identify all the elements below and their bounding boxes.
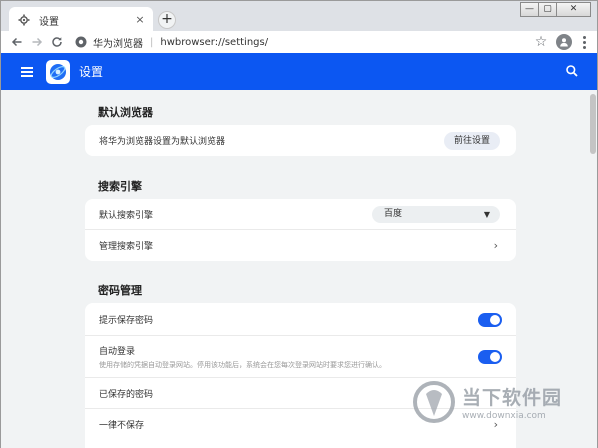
site-name: 华为浏览器: [93, 38, 143, 50]
reload-icon: [52, 37, 62, 47]
search-engine-selected: 百度: [384, 209, 403, 219]
toolbar-actions: ☆: [532, 33, 589, 51]
saved-passwords-row[interactable]: 已保存的密码: [85, 378, 516, 409]
offer-save-passwords-row: 提示保存密码: [85, 303, 516, 336]
site-info-icon[interactable]: [75, 36, 87, 48]
new-tab-button[interactable]: +: [158, 11, 176, 29]
close-window-button[interactable]: ✕: [556, 2, 591, 17]
settings-header: 设置: [0, 53, 598, 90]
manage-search-engines-row[interactable]: 管理搜索引擎 ›: [85, 230, 516, 261]
minimize-button[interactable]: —: [520, 2, 539, 17]
default-browser-row: 将华为浏览器设置为默认浏览器 前往设置: [85, 125, 516, 156]
url-text[interactable]: hwbrowser://settings/: [160, 37, 268, 48]
arrow-left-icon: [11, 37, 22, 47]
arrow-right-icon: [32, 37, 43, 47]
tab-strip: 设置 × + — ▢ ✕: [0, 0, 598, 33]
search-engine-card: 默认搜索引擎 百度 ▼ 管理搜索引擎 ›: [85, 199, 516, 261]
reload-button[interactable]: [47, 32, 67, 52]
tab-title: 设置: [39, 16, 59, 28]
go-to-settings-button[interactable]: 前往设置: [443, 132, 500, 150]
back-button[interactable]: [7, 32, 27, 52]
chevron-right-icon: ›: [493, 418, 498, 431]
settings-content: 默认浏览器 将华为浏览器设置为默认浏览器 前往设置 搜索引擎 默认搜索引擎 百度…: [0, 90, 598, 448]
search-engine-select[interactable]: 百度 ▼: [372, 206, 500, 223]
more-menu-icon[interactable]: [579, 33, 589, 51]
address-bar[interactable]: 华为浏览器 | hwbrowser://settings/: [75, 33, 553, 51]
dropdown-caret-icon: ▼: [483, 210, 490, 219]
maximize-button[interactable]: ▢: [538, 2, 557, 17]
scrollbar[interactable]: [590, 94, 596, 154]
never-saved-row[interactable]: 一律不保存 ›: [85, 409, 516, 440]
auto-signin-description: 使用存储的凭据自动登录网站。停用该功能后，系统会在您每次登录网站时要求您进行确认…: [99, 360, 386, 369]
saved-passwords-label: 已保存的密码: [99, 389, 154, 400]
offer-save-passwords-toggle[interactable]: [478, 313, 502, 327]
auto-signin-label: 自动登录: [99, 346, 136, 357]
manage-search-engines-label: 管理搜索引擎: [99, 242, 154, 252]
section-title-passwords: 密码管理: [98, 284, 142, 297]
page-title: 设置: [79, 65, 104, 79]
section-title-default-browser: 默认浏览器: [98, 106, 153, 119]
section-title-search-engine: 搜索引擎: [98, 180, 142, 193]
window-controls: — ▢ ✕: [520, 2, 591, 17]
default-browser-label: 将华为浏览器设置为默认浏览器: [99, 137, 226, 147]
search-icon[interactable]: [565, 64, 579, 78]
forward-button[interactable]: [27, 32, 47, 52]
never-saved-label: 一律不保存: [99, 421, 145, 431]
toolbar: 华为浏览器 | hwbrowser://settings/ ☆: [0, 31, 598, 53]
tab-settings[interactable]: 设置 ×: [9, 7, 153, 33]
default-search-engine-label: 默认搜索引擎: [99, 210, 154, 221]
profile-avatar[interactable]: [556, 34, 572, 50]
chevron-right-icon: ›: [493, 239, 498, 252]
bookmark-star-icon[interactable]: ☆: [532, 33, 550, 51]
person-icon: [560, 38, 568, 47]
auto-signin-row: 自动登录 使用存储的凭据自动登录网站。停用该功能后，系统会在您每次登录网站时要求…: [85, 336, 516, 378]
gear-icon: [18, 14, 30, 26]
url-separator: |: [150, 36, 154, 48]
default-browser-card: 将华为浏览器设置为默认浏览器 前往设置: [85, 125, 516, 156]
passwords-card: 提示保存密码 自动登录 使用存储的凭据自动登录网站。停用该功能后，系统会在您每次…: [85, 303, 516, 448]
offer-save-passwords-label: 提示保存密码: [99, 315, 154, 326]
auto-signin-toggle[interactable]: [478, 350, 502, 364]
hamburger-menu-icon[interactable]: [21, 66, 37, 77]
tab-close-icon[interactable]: ×: [133, 13, 147, 27]
default-search-engine-row: 默认搜索引擎 百度 ▼: [85, 199, 516, 230]
huawei-browser-logo: [46, 59, 70, 84]
